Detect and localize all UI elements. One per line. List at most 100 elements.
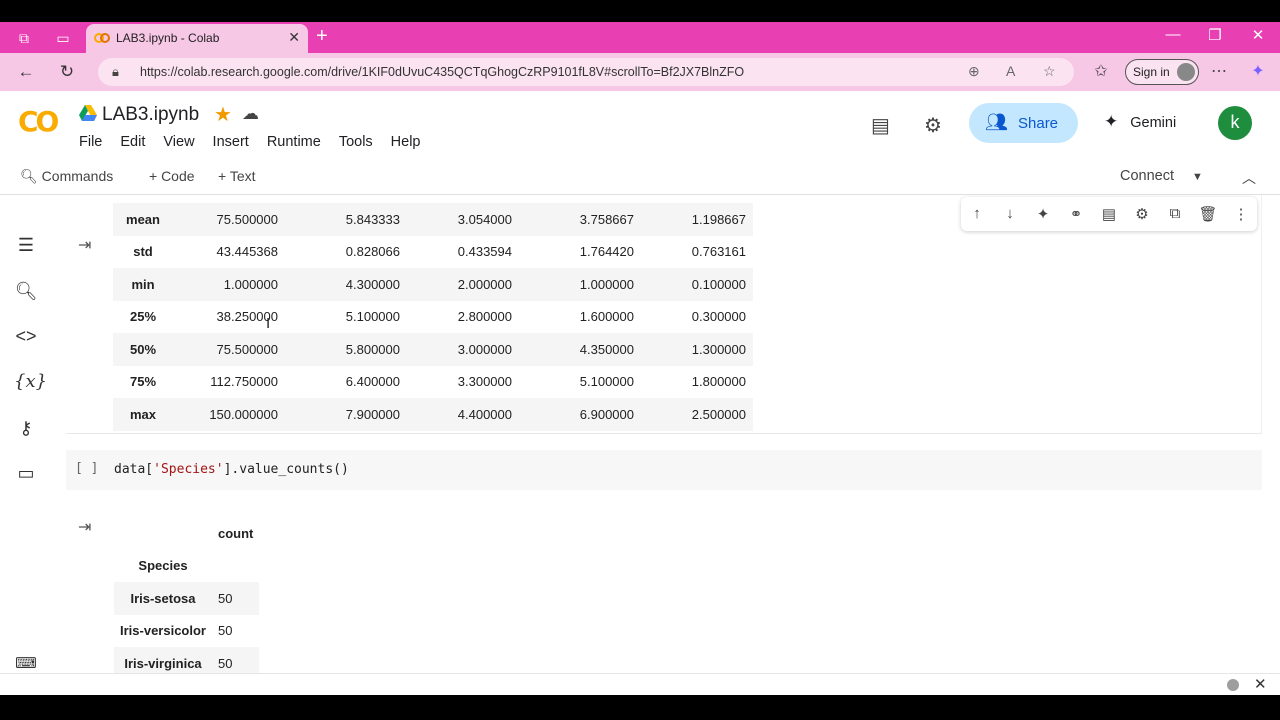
menu-file[interactable]: File — [79, 134, 102, 150]
people-icon: 👥︎ — [985, 112, 1008, 132]
move-down-icon[interactable]: ↓ — [1000, 205, 1020, 222]
table-row: min 1.000000 4.300000 2.000000 1.000000 0.100… — [113, 268, 753, 301]
reload-icon[interactable]: ↻ — [56, 61, 78, 83]
favorite-icon[interactable]: ☆ — [1043, 63, 1056, 80]
text-cursor-icon: I — [266, 315, 271, 332]
row-index: min — [113, 268, 173, 301]
tab-colab[interactable]: LAB3.ipynb - Colab ✕ — [86, 24, 308, 53]
row-index: max — [113, 398, 173, 431]
sign-in-button[interactable]: Sign in — [1125, 59, 1199, 85]
add-text-button[interactable]: + Text — [218, 168, 256, 184]
cell-toolbar: ↑ ↓ ✦ ⚭ ▤ ⚙ ⧉ 🗑︎ ⋮ — [961, 197, 1257, 231]
table-cell: 43.445368 — [216, 244, 278, 260]
comments-icon[interactable]: ▤ — [871, 113, 890, 138]
menu-help[interactable]: Help — [391, 134, 421, 150]
share-button[interactable]: 👥︎ Share — [969, 103, 1078, 143]
commands-button[interactable]: 🔍︎ Commands — [20, 168, 113, 185]
secrets-key-icon[interactable]: ⚷ — [14, 418, 38, 439]
gemini-button[interactable]: ✦ Gemini — [1104, 112, 1176, 132]
tab-strip: ⧉ ▭ LAB3.ipynb - Colab ✕ + — ❐ ✕ — [0, 22, 1280, 53]
workspaces-icon[interactable]: ⧉ — [14, 28, 34, 48]
menu-bar: File Edit View Insert Runtime Tools Help — [79, 134, 439, 150]
window-close-icon[interactable]: ✕ — [1243, 26, 1273, 44]
table-cell: 112.750000 — [210, 374, 278, 390]
account-avatar[interactable]: k — [1218, 106, 1252, 140]
row-count: 50 — [218, 623, 233, 639]
profile-icon — [1177, 63, 1195, 81]
colab-logo[interactable]: CO — [18, 105, 59, 138]
empty-cell — [212, 550, 259, 583]
table-cell: 0.100000 — [641, 268, 753, 301]
cloud-icon[interactable]: ☁ — [242, 104, 259, 124]
table-cell: 150.000000 — [173, 398, 285, 431]
collapse-header-icon[interactable]: ︿ — [1242, 168, 1256, 188]
menu-edit[interactable]: Edit — [120, 134, 145, 150]
menu-view[interactable]: View — [163, 134, 194, 150]
table-row: 25% 38.250000 5.100000 2.800000 1.600000 0.30… — [113, 301, 753, 334]
output-toggle-icon[interactable]: ⇥ — [78, 517, 91, 537]
code-cell[interactable]: [ ] data['Species'].value_counts() — [66, 450, 1262, 490]
row-index: Iris-virginica — [114, 647, 212, 673]
table-cell: 1.000000 — [173, 268, 285, 301]
table-cell: 75.500000 — [173, 333, 285, 366]
table-cell: 7.900000 — [285, 398, 407, 431]
more-icon[interactable]: ⋯ — [1208, 61, 1230, 81]
status-close-icon[interactable]: ✕ — [1254, 675, 1267, 693]
find-icon[interactable]: 🔍︎ — [14, 281, 38, 302]
table-cell: 0.828066 — [345, 244, 400, 260]
run-cell-brackets[interactable]: [ ] — [75, 461, 98, 476]
left-rail: ☰ 🔍︎ <> {x} ⚷ ▭ ⌨ — [0, 195, 52, 673]
cell-settings-icon[interactable]: ⚙ — [1132, 205, 1152, 223]
row-index: 25% — [129, 309, 157, 325]
code-editor[interactable]: data['Species'].value_counts() — [114, 462, 349, 477]
copilot-icon[interactable]: ✦ — [1247, 61, 1269, 81]
toc-icon[interactable]: ☰ — [14, 235, 38, 256]
output-toggle-icon[interactable]: ⇥ — [78, 235, 91, 255]
star-icon[interactable]: ★ — [214, 102, 232, 127]
files-folder-icon[interactable]: ▭ — [14, 463, 38, 484]
delete-icon[interactable]: 🗑︎ — [1198, 205, 1218, 223]
connect-label: Connect — [1120, 168, 1175, 184]
sign-in-label: Sign in — [1133, 65, 1170, 79]
browser-window: ⧉ ▭ LAB3.ipynb - Colab ✕ + — ❐ ✕ ← ↻ 🔒︎ … — [0, 22, 1280, 695]
back-icon[interactable]: ← — [15, 61, 37, 83]
mirror-cell-icon[interactable]: ⧉ — [1165, 205, 1185, 222]
menu-tools[interactable]: Tools — [339, 134, 373, 150]
search-icon: 🔍︎ — [20, 168, 38, 184]
code-prefix: data[ — [114, 462, 154, 477]
tab-actions-icon[interactable]: ▭ — [53, 28, 73, 48]
code-snippets-icon[interactable]: <> — [14, 326, 38, 347]
gemini-sparkle-icon[interactable]: ✦ — [1033, 205, 1053, 223]
new-tab-icon[interactable]: + — [316, 25, 328, 48]
address-bar[interactable]: 🔒︎ https://colab.research.google.com/dri… — [98, 58, 1074, 86]
connect-button[interactable]: Connect ▼ — [1120, 168, 1203, 184]
notebook-title[interactable]: LAB3.ipynb — [102, 104, 199, 126]
favorites-icon[interactable]: ✩ — [1090, 61, 1112, 81]
minimize-icon[interactable]: — — [1158, 26, 1188, 43]
drive-icon[interactable] — [79, 105, 97, 121]
terminal-icon[interactable]: ⌨ — [14, 654, 38, 672]
menu-runtime[interactable]: Runtime — [267, 134, 321, 150]
link-icon[interactable]: ⚭ — [1066, 205, 1086, 223]
restore-icon[interactable]: ❐ — [1200, 26, 1230, 44]
menu-insert[interactable]: Insert — [213, 134, 249, 150]
read-aloud-icon[interactable]: A — [1006, 63, 1015, 79]
row-index: mean — [113, 203, 173, 236]
tab-close-icon[interactable]: ✕ — [288, 29, 300, 46]
count-header: count — [218, 525, 254, 541]
more-options-icon[interactable]: ⋮ — [1231, 205, 1251, 223]
move-up-icon[interactable]: ↑ — [967, 205, 987, 222]
variables-icon[interactable]: {x} — [14, 371, 47, 392]
chevron-down-icon[interactable]: ▼ — [1192, 171, 1203, 183]
add-code-button[interactable]: + Code — [149, 168, 195, 184]
describe-table: mean 75.500000 5.843333 3.054000 3.758667 1.1… — [113, 203, 753, 431]
table-cell: 5.843333 — [285, 203, 407, 236]
comment-icon[interactable]: ▤ — [1099, 205, 1119, 223]
settings-icon[interactable]: ⚙ — [924, 113, 942, 138]
table-cell: 1.000000 — [519, 268, 641, 301]
table-cell: 3.758667 — [519, 203, 641, 236]
status-bar: ✕ — [0, 673, 1280, 695]
lock-icon[interactable]: 🔒︎ — [112, 64, 119, 80]
commands-label: Commands — [41, 168, 114, 184]
zoom-icon[interactable]: ⊕ — [968, 63, 980, 80]
